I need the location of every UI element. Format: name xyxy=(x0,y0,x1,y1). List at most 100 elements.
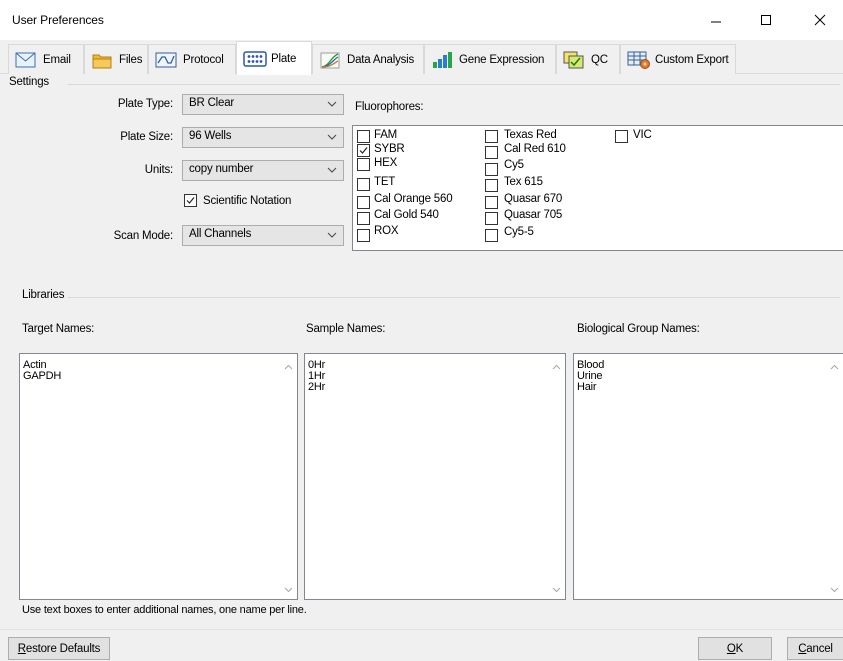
libraries-divider xyxy=(68,297,840,298)
tab-label: QC xyxy=(591,53,608,66)
fluorophore-label: SYBR xyxy=(374,143,405,155)
restore-defaults-mnemonic: R xyxy=(17,642,26,655)
fluorophore-checkbox-tet[interactable] xyxy=(357,178,370,191)
vertical-scrollbar[interactable] xyxy=(548,354,565,599)
list-item: GAPDH xyxy=(23,370,62,382)
scan-mode-value: All Channels xyxy=(189,228,252,240)
tab-qc[interactable]: QC xyxy=(556,44,620,74)
fluorophore-checkbox-quasar-670[interactable] xyxy=(485,196,498,209)
fluorophore-checkbox-texas-red[interactable] xyxy=(485,130,498,143)
restore-defaults-label: estore Defaults xyxy=(25,642,101,655)
fluorophore-label: Cy5-5 xyxy=(504,226,534,238)
chevron-down-icon xyxy=(327,232,337,238)
scroll-up-icon xyxy=(552,364,561,370)
fluorophore-label: Quasar 670 xyxy=(504,193,563,205)
plate-size-label: Plate Size: xyxy=(120,131,173,143)
libraries-group-label: Libraries xyxy=(22,289,65,301)
tab-custom-export[interactable]: Custom Export xyxy=(620,44,736,74)
checkmark-icon xyxy=(186,197,195,204)
fluorophore-checkbox-cal-gold-540[interactable] xyxy=(357,212,370,225)
tab-data-analysis[interactable]: Data Analysis xyxy=(312,44,424,74)
fluorophores-list: FAM SYBR HEX TET Cal Orange 560 Cal Gold… xyxy=(352,125,843,251)
fluorophores-label: Fluorophores: xyxy=(355,101,424,113)
fluorophore-checkbox-fam[interactable] xyxy=(357,130,370,143)
fluorophore-checkbox-cal-red-610[interactable] xyxy=(485,146,498,159)
tab-plate[interactable]: Plate xyxy=(236,41,312,75)
custom-export-icon xyxy=(627,51,650,69)
tab-label: Plate xyxy=(271,52,297,65)
plate-grid-icon xyxy=(243,50,267,68)
fluorophore-label: Cal Gold 540 xyxy=(374,209,439,221)
sample-names-textbox[interactable]: 0Hr 1Hr 2Hr xyxy=(304,353,566,600)
close-button[interactable] xyxy=(797,0,843,40)
bar-chart-icon xyxy=(431,51,453,69)
bottom-divider xyxy=(0,629,843,630)
fluorophore-checkbox-cy5-5[interactable] xyxy=(485,229,498,242)
fluorophore-checkbox-cal-orange-560[interactable] xyxy=(357,196,370,209)
fluorophore-label: Cal Orange 560 xyxy=(374,193,453,205)
ok-label: K xyxy=(735,642,744,655)
tab-email[interactable]: Email xyxy=(8,44,84,74)
units-value: copy number xyxy=(189,163,254,175)
fluorophore-label: TET xyxy=(374,176,396,188)
cancel-button[interactable]: Cancel xyxy=(787,637,843,660)
maximize-icon xyxy=(761,15,771,25)
envelope-icon xyxy=(15,51,37,69)
fluorophore-label: VIC xyxy=(633,129,652,141)
scroll-down-icon xyxy=(284,587,293,593)
fluorophore-checkbox-quasar-705[interactable] xyxy=(485,212,498,225)
maximize-button[interactable] xyxy=(743,0,789,40)
folder-icon xyxy=(91,51,113,69)
qc-icon xyxy=(563,51,585,69)
window-title: User Preferences xyxy=(12,13,104,27)
tab-files[interactable]: Files xyxy=(84,44,148,74)
units-combobox[interactable]: copy number xyxy=(182,160,344,181)
title-bar: User Preferences xyxy=(0,0,843,40)
fluorophore-label: Texas Red xyxy=(504,129,557,141)
libraries-hint-text: Use text boxes to enter additional names… xyxy=(22,604,307,616)
plate-size-combobox[interactable]: 96 Wells xyxy=(182,127,344,148)
scan-mode-combobox[interactable]: All Channels xyxy=(182,225,344,246)
plate-type-label: Plate Type: xyxy=(117,98,173,110)
tab-protocol[interactable]: Protocol xyxy=(148,44,236,74)
chevron-down-icon xyxy=(327,101,337,107)
tab-label: Files xyxy=(119,53,143,66)
scroll-up-icon xyxy=(830,364,839,370)
scroll-down-icon xyxy=(830,587,839,593)
minimize-icon xyxy=(711,21,721,23)
settings-divider xyxy=(68,84,840,85)
checkmark-icon xyxy=(359,147,368,154)
tab-label: Data Analysis xyxy=(347,53,415,66)
cancel-mnemonic: C xyxy=(798,642,807,655)
units-label: Units: xyxy=(144,164,173,176)
bio-group-names-label: Biological Group Names: xyxy=(577,323,700,335)
fluorophore-checkbox-cy5[interactable] xyxy=(485,163,498,176)
vertical-scrollbar[interactable] xyxy=(280,354,297,599)
fluorophore-label: Cy5 xyxy=(504,159,524,171)
fluorophore-checkbox-rox[interactable] xyxy=(357,229,370,242)
list-item: Hair xyxy=(577,381,597,393)
fluorophore-checkbox-vic[interactable] xyxy=(615,130,628,143)
vertical-scrollbar[interactable] xyxy=(826,354,843,599)
fluorophore-checkbox-tex-615[interactable] xyxy=(485,179,498,192)
plate-type-combobox[interactable]: BR Clear xyxy=(182,94,344,115)
ok-button[interactable]: OK xyxy=(698,637,772,660)
fluorophore-checkbox-sybr[interactable] xyxy=(357,144,370,157)
scientific-notation-checkbox[interactable] xyxy=(184,194,197,207)
tab-label: Gene Expression xyxy=(459,53,545,66)
target-names-textbox[interactable]: Actin GAPDH xyxy=(19,353,298,600)
cancel-label: ancel xyxy=(806,642,833,655)
tab-gene-expression[interactable]: Gene Expression xyxy=(424,44,556,74)
tab-label: Email xyxy=(43,53,71,66)
close-icon xyxy=(814,14,826,26)
scroll-down-icon xyxy=(552,587,561,593)
bio-group-names-textbox[interactable]: Blood Urine Hair xyxy=(573,353,843,600)
data-analysis-curve-icon xyxy=(319,51,341,69)
restore-defaults-button[interactable]: Restore Defaults xyxy=(8,637,110,660)
fluorophore-label: Cal Red 610 xyxy=(504,143,566,155)
list-item: 2Hr xyxy=(308,381,326,393)
minimize-button[interactable] xyxy=(693,0,739,40)
fluorophore-checkbox-hex[interactable] xyxy=(357,158,370,171)
chevron-down-icon xyxy=(327,134,337,140)
scroll-up-icon xyxy=(284,364,293,370)
